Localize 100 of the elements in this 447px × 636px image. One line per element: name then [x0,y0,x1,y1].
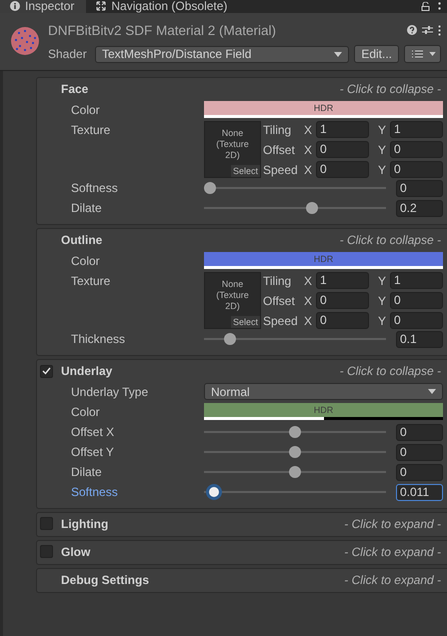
checkbox[interactable] [40,545,53,558]
tab[interactable]: Navigation (Obsolete) [86,0,240,13]
axis-label: X [304,162,313,176]
section-title[interactable]: Debug Settings [61,572,344,586]
axis-label: Y [378,162,387,176]
field-label: Speed [263,314,299,328]
section-title[interactable]: Glow [61,544,344,558]
section-hint[interactable]: - Click to expand - [344,544,441,558]
section-hint[interactable]: - Click to expand - [344,516,441,530]
texture-slot[interactable]: None (Texture 2D) Select [204,121,261,178]
axis-label: X [304,294,313,308]
number-field[interactable]: 1 [316,121,369,138]
slider-thumb[interactable] [206,484,222,500]
shader-dropdown[interactable]: TextMeshPro/Distance Field [95,46,350,62]
number-field[interactable]: 1 [316,272,369,289]
slider-thumb[interactable] [306,202,318,214]
field-label: Tiling [263,274,292,288]
list-icon [412,50,423,58]
checkbox[interactable] [40,364,53,378]
number-field[interactable]: 0 [396,444,443,460]
number-field[interactable]: 0.1 [396,330,443,348]
property-label: Softness [71,484,119,501]
axis-label: X [304,274,313,288]
select-button[interactable]: Select [230,316,260,328]
slider[interactable] [204,444,386,460]
number-field[interactable]: 0 [316,292,369,309]
tab[interactable]: Inspector [0,0,86,13]
number-field[interactable]: 1 [390,272,443,289]
section-title[interactable]: Underlay [61,364,340,378]
shader-label: Shader [48,47,88,61]
property-label: Offset Y [71,444,115,461]
slider[interactable] [204,424,386,440]
property-label: Underlay Type [71,384,150,401]
number-field[interactable]: 0.011 [396,484,443,500]
slider-thumb[interactable] [289,466,301,478]
lock-icon[interactable] [421,2,430,11]
property-label: Color [71,253,101,270]
property-label: Dilate [71,464,103,481]
texture-slot[interactable]: None (Texture 2D) Select [204,272,261,329]
axis-label: X [304,142,313,156]
property-label: Offset X [71,424,116,441]
number-field[interactable]: 0 [316,312,369,329]
hdr-label: HDR [312,102,334,115]
field-label: Offset [263,294,296,308]
list-menu-button[interactable] [404,45,441,63]
hdr-label: HDR [312,404,334,417]
texture-slot-label: None (Texture 2D) [216,278,249,312]
caret-icon [429,52,436,56]
slider[interactable] [204,484,386,500]
slider-thumb[interactable] [204,182,216,194]
number-field[interactable]: 0 [390,161,443,178]
axis-label: Y [378,314,387,328]
section-title[interactable]: Outline [61,233,340,247]
checkbox[interactable] [40,517,53,530]
expand-arrows-icon [96,0,106,10]
section-hint[interactable]: - Click to expand - [344,572,441,586]
number-field[interactable]: 0 [390,292,443,309]
edit-button[interactable]: Edit... [354,45,399,63]
axis-label: Y [378,122,387,136]
axis-label: X [304,314,313,328]
number-field[interactable]: 0.2 [396,200,443,216]
property-label: Texture [71,273,112,290]
section-hint[interactable]: - Click to collapse - [340,82,441,96]
sliders-icon[interactable] [422,25,433,35]
type-dropdown[interactable]: Normal [204,383,443,400]
number-field[interactable]: 1 [390,121,443,138]
axis-label: X [304,122,313,136]
number-field[interactable]: 0 [396,180,443,196]
number-field[interactable]: 0 [316,161,369,178]
number-field[interactable]: 0 [316,141,369,158]
axis-label: Y [378,274,387,288]
texture-slot-label: None (Texture 2D) [216,127,249,161]
section-title[interactable]: Lighting [61,516,344,530]
axis-label: Y [378,142,387,156]
field-label: Offset [263,142,296,156]
number-field[interactable]: 0 [396,464,443,480]
property-label: Color [71,404,101,421]
axis-label: Y [378,294,387,308]
slider[interactable] [204,464,386,480]
section-title[interactable]: Face [61,82,340,96]
number-field[interactable]: 0 [390,312,443,329]
section-hint[interactable]: - Click to collapse - [340,364,441,378]
select-button[interactable]: Select [230,165,260,177]
material-title: DNFBitBitv2 SDF Material 2 (Material) [48,22,278,38]
slider-thumb[interactable] [289,446,301,458]
slider[interactable] [204,331,386,347]
color-field[interactable]: HDR [204,101,443,118]
slider-thumb[interactable] [224,333,236,345]
number-field[interactable]: 0 [396,424,443,440]
more-icon[interactable] [438,2,441,11]
slider[interactable] [204,180,386,196]
slider-thumb[interactable] [289,426,301,438]
help-icon[interactable] [407,25,417,35]
caret-icon [428,389,436,394]
property-label: Softness [71,180,119,197]
slider[interactable] [204,200,386,216]
number-field[interactable]: 0 [390,141,443,158]
section-hint[interactable]: - Click to collapse - [340,233,441,247]
more-icon[interactable] [438,24,441,36]
property-label: Dilate [71,200,103,217]
